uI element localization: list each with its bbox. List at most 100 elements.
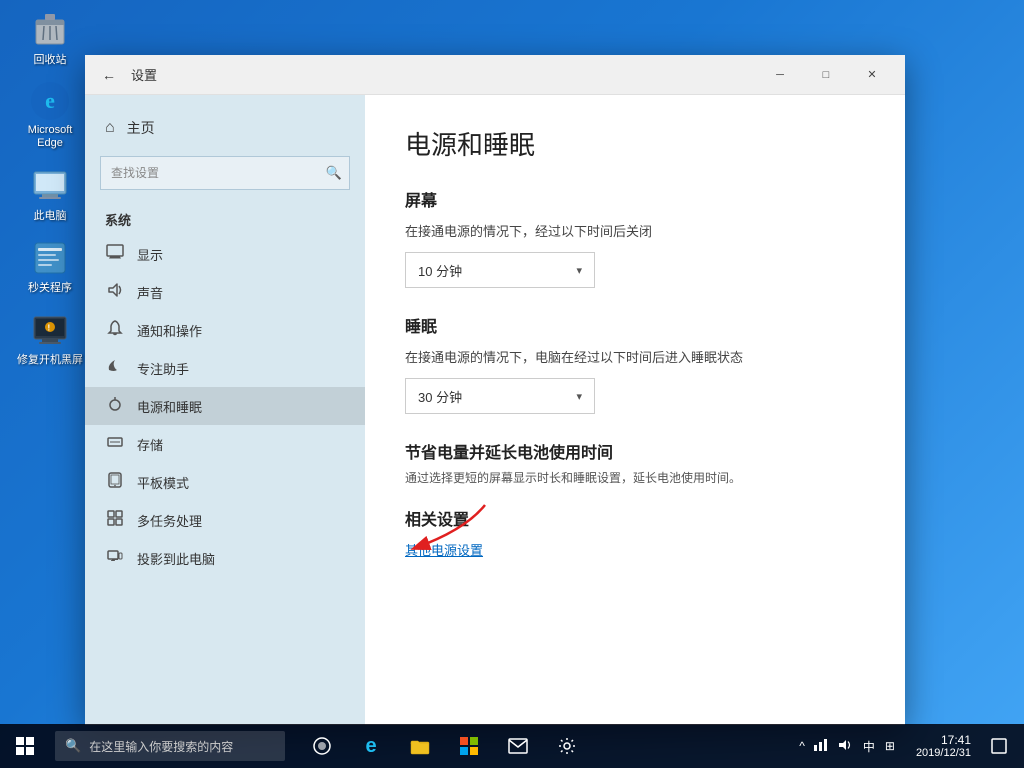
close-button[interactable]: ✕ [849, 55, 895, 95]
chevron-up-icon[interactable]: ^ [799, 739, 805, 753]
fix-blackscreen-label: 修复开机黑屏 [17, 354, 83, 367]
taskbar-search-bar[interactable]: 🔍 在这里输入你要搜索的内容 [55, 731, 285, 761]
volume-icon[interactable] [837, 738, 853, 755]
sidebar-item-project[interactable]: 投影到此电脑 [85, 539, 365, 577]
window-title: 设置 [131, 65, 157, 84]
desktop-icon-edge[interactable]: e Microsoft Edge [15, 82, 85, 150]
sidebar-item-focus-label: 专注助手 [137, 359, 189, 378]
related-settings-section: 相关设置 其他电源设置 [405, 506, 865, 560]
screen-timeout-value: 10 分钟 [418, 261, 462, 280]
taskbar-search-icon: 🔍 [65, 738, 81, 754]
taskbar-system-icons: ^ 中 ⊞ [791, 738, 903, 755]
secret-app-label: 秒关程序 [28, 282, 72, 295]
sleep-section-heading: 睡眠 [405, 313, 865, 337]
screen-section-desc: 在接通电源的情况下，经过以下时间后关闭 [405, 221, 865, 240]
screen-timeout-dropdown[interactable]: 10 分钟 ▾ [405, 252, 595, 288]
settings-window: ← 设置 ─ □ ✕ ⌂ 主页 🔍 系统 [85, 55, 905, 725]
taskbar-app-icons: e [300, 724, 589, 768]
sidebar-item-notifications[interactable]: 通知和操作 [85, 311, 365, 349]
project-icon [105, 548, 125, 568]
sidebar-item-multitask-label: 多任务处理 [137, 511, 202, 530]
this-pc-icon [30, 166, 70, 206]
sidebar-item-display[interactable]: 显示 [85, 235, 365, 273]
main-content-area: 电源和睡眠 屏幕 在接通电源的情况下，经过以下时间后关闭 10 分钟 ▾ 睡眠 … [365, 95, 905, 725]
this-pc-label: 此电脑 [34, 210, 67, 223]
taskbar-edge-button[interactable]: e [349, 724, 393, 768]
sidebar-item-tablet[interactable]: 平板模式 [85, 463, 365, 501]
taskbar-search-placeholder: 在这里输入你要搜索的内容 [89, 738, 233, 755]
sidebar-home[interactable]: ⌂ 主页 [85, 110, 365, 146]
notifications-icon [105, 320, 125, 340]
taskview-button[interactable] [300, 724, 344, 768]
window-controls: ─ □ ✕ [757, 55, 895, 95]
taskbar-edge-icon: e [365, 735, 376, 758]
taskbar: 🔍 在这里输入你要搜索的内容 e [0, 724, 1024, 768]
save-battery-section: 节省电量并延长电池使用时间 通过选择更短的屏幕显示时长和睡眠设置，延长电池使用时… [405, 439, 865, 486]
clock-date: 2019/12/31 [916, 747, 971, 759]
svg-text:!: ! [48, 323, 51, 332]
home-icon: ⌂ [105, 119, 115, 137]
store-icon [459, 736, 479, 756]
sidebar-item-notifications-label: 通知和操作 [137, 321, 202, 340]
recycle-bin-icon [30, 10, 70, 50]
tablet-icon [105, 472, 125, 492]
edge-icon: e [31, 82, 69, 120]
save-battery-title: 节省电量并延长电池使用时间 [405, 439, 865, 463]
sidebar-item-multitask[interactable]: 多任务处理 [85, 501, 365, 539]
sidebar-item-focus[interactable]: 专注助手 [85, 349, 365, 387]
start-button[interactable] [0, 724, 50, 768]
mail-button[interactable] [496, 724, 540, 768]
search-input[interactable] [100, 156, 350, 190]
other-power-settings-link[interactable]: 其他电源设置 [405, 543, 483, 558]
sidebar-item-display-label: 显示 [137, 245, 163, 264]
save-battery-desc: 通过选择更短的屏幕显示时长和睡眠设置，延长电池使用时间。 [405, 469, 865, 486]
window-body: ⌂ 主页 🔍 系统 显示 [85, 95, 905, 725]
desktop-icon-fixscreen[interactable]: ! 修复开机黑屏 [15, 310, 85, 367]
sidebar-search-container: 🔍 [100, 156, 350, 190]
notification-center-button[interactable] [984, 724, 1014, 768]
settings-sidebar: ⌂ 主页 🔍 系统 显示 [85, 95, 365, 725]
file-explorer-button[interactable] [398, 724, 442, 768]
notification-center-icon [991, 738, 1007, 754]
taskbar-right: ^ 中 ⊞ 17:41 2019/12/31 [791, 724, 1024, 768]
sidebar-item-power[interactable]: 电源和睡眠 [85, 387, 365, 425]
page-title: 电源和睡眠 [405, 125, 865, 162]
sleep-timeout-value: 30 分钟 [418, 387, 462, 406]
sidebar-item-sound[interactable]: 声音 [85, 273, 365, 311]
taskbar-clock[interactable]: 17:41 2019/12/31 [908, 724, 979, 768]
ime-icon[interactable]: ⊞ [885, 739, 895, 753]
desktop-icon-recycle[interactable]: 回收站 [15, 10, 85, 67]
language-indicator[interactable]: 中 [863, 738, 875, 755]
sidebar-item-power-label: 电源和睡眠 [137, 397, 202, 416]
network-icon [813, 738, 829, 755]
power-icon [105, 396, 125, 416]
sidebar-home-label: 主页 [127, 118, 155, 138]
windows-logo-icon [16, 737, 34, 755]
store-button[interactable] [447, 724, 491, 768]
sound-icon [105, 282, 125, 302]
sidebar-item-storage[interactable]: 存储 [85, 425, 365, 463]
search-icon: 🔍 [326, 165, 342, 181]
sleep-section-desc: 在接通电源的情况下，电脑在经过以下时间后进入睡眠状态 [405, 347, 865, 366]
window-titlebar: ← 设置 ─ □ ✕ [85, 55, 905, 95]
maximize-button[interactable]: □ [803, 55, 849, 95]
secret-app-icon [30, 238, 70, 278]
file-explorer-icon [410, 737, 430, 755]
desktop-icon-secretapp[interactable]: 秒关程序 [15, 238, 85, 295]
sidebar-item-tablet-label: 平板模式 [137, 473, 189, 492]
display-icon [105, 244, 125, 264]
taskview-icon [313, 737, 331, 755]
back-button[interactable]: ← [95, 61, 123, 89]
taskbar-settings-icon [558, 737, 576, 755]
storage-icon [105, 434, 125, 454]
sleep-dropdown-arrow: ▾ [576, 390, 582, 403]
multitask-icon [105, 510, 125, 530]
fix-blackscreen-icon: ! [30, 310, 70, 350]
sleep-timeout-dropdown[interactable]: 30 分钟 ▾ [405, 378, 595, 414]
taskbar-settings-button[interactable] [545, 724, 589, 768]
minimize-button[interactable]: ─ [757, 55, 803, 95]
desktop: 回收站 e Microsoft Edge 此电脑 [0, 0, 1024, 768]
clock-time: 17:41 [941, 733, 971, 747]
screen-section-heading: 屏幕 [405, 187, 865, 211]
desktop-icon-thispc[interactable]: 此电脑 [15, 166, 85, 223]
